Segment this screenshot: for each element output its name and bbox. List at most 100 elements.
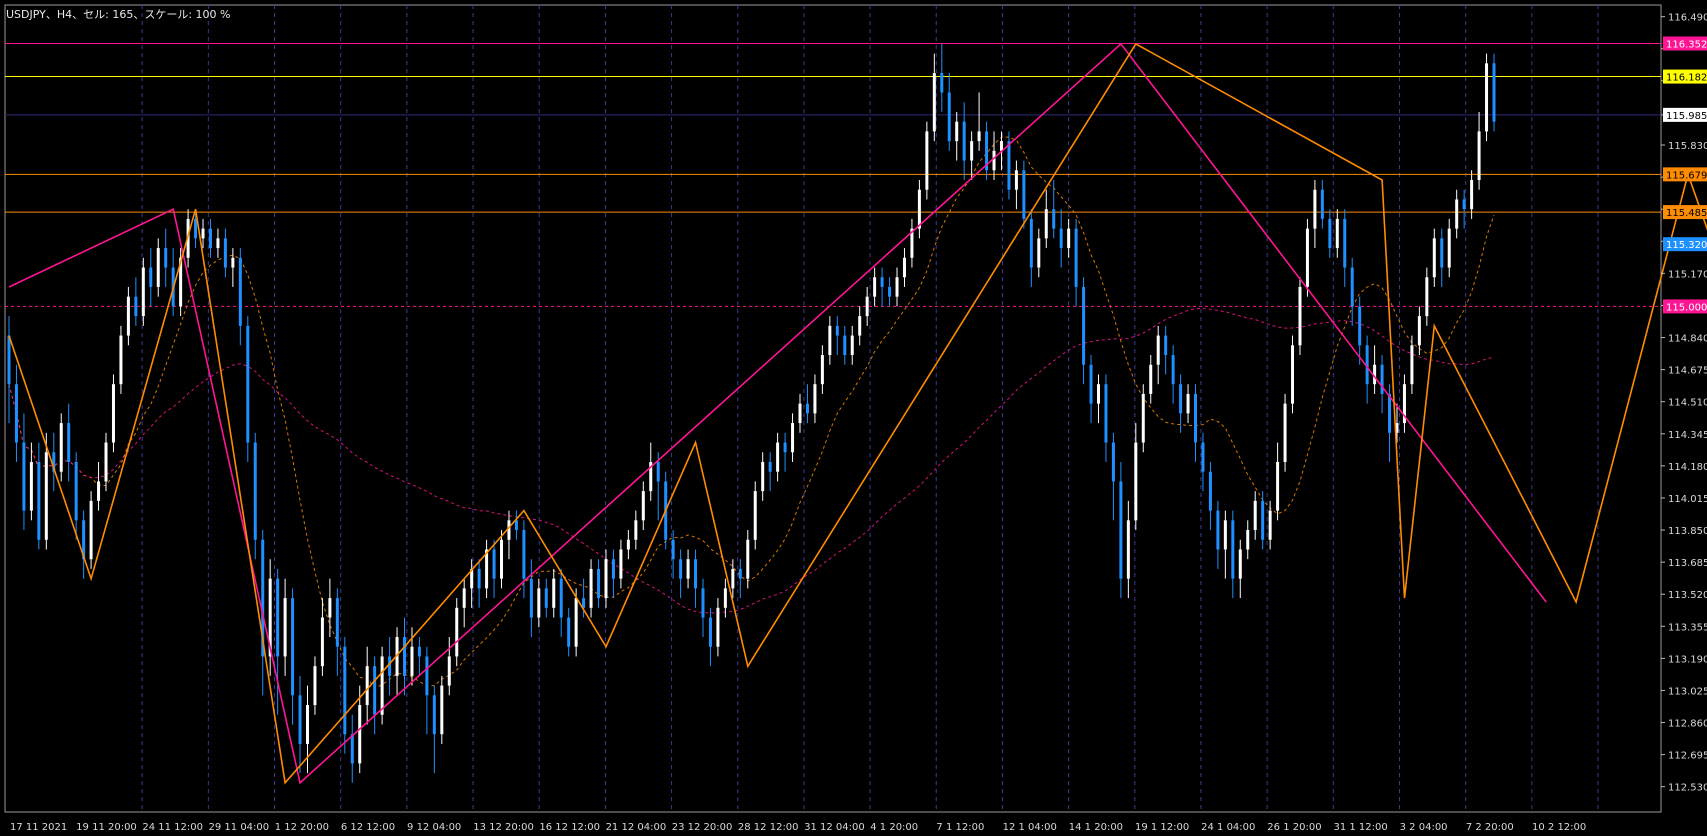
candle-body [291, 598, 295, 696]
candle-body [992, 150, 996, 171]
plot-frame [4, 4, 1662, 813]
price-level-lines [5, 43, 1661, 307]
candle-body [902, 257, 906, 278]
candle-body [1238, 549, 1242, 579]
candle [559, 568, 563, 637]
candle [641, 481, 645, 531]
candle-body [828, 325, 832, 356]
candle [1216, 500, 1220, 569]
candle-body [22, 442, 26, 511]
price-chart[interactable]: 116.490 115.830 115.170 114.840 114.675 114.5… [0, 0, 1707, 836]
candle [686, 549, 690, 589]
y-tick-label: 112.530 [1668, 783, 1707, 794]
pink-zigzag-line [8, 42, 1547, 785]
candle-body [1440, 238, 1444, 268]
candle-body [1126, 520, 1130, 579]
candle [305, 685, 309, 774]
candle-body [1059, 228, 1063, 249]
candle [29, 442, 33, 521]
candle [589, 559, 593, 618]
candle [268, 559, 272, 676]
candle-body [194, 218, 198, 239]
candle-body [917, 189, 921, 229]
candle-body [67, 423, 71, 462]
candle [1246, 520, 1250, 560]
candlesticks [7, 43, 1496, 783]
candle-body [574, 598, 578, 647]
candle-body [1477, 131, 1481, 181]
candle-body [611, 559, 615, 579]
candle-body [238, 257, 242, 326]
candle-body [1447, 228, 1451, 268]
y-tick-label: 114.840 [1668, 334, 1707, 345]
candle [925, 121, 929, 200]
candle-body [895, 277, 899, 297]
candle-body [1320, 189, 1324, 219]
candle [149, 248, 153, 307]
candle-body [955, 121, 959, 142]
y-tick-label: 116.490 [1668, 13, 1707, 24]
candle-body [1141, 393, 1145, 443]
candle [141, 257, 145, 326]
zigzag-indicators [8, 42, 1707, 785]
candle [156, 238, 160, 297]
candle-body [1455, 199, 1459, 229]
price-badge-label: 115.485 [1666, 208, 1707, 219]
candle [1208, 461, 1212, 531]
candle [1350, 257, 1354, 326]
candle-body [716, 607, 720, 647]
candle-body [320, 617, 324, 667]
candle [895, 267, 899, 307]
candle [1238, 539, 1242, 599]
candle [753, 481, 757, 550]
candle-body [1111, 442, 1115, 482]
candle [216, 228, 220, 258]
candle-body [97, 481, 101, 501]
candle [649, 442, 653, 501]
candle-body [932, 73, 936, 132]
candle [656, 452, 660, 521]
x-tick-label: 31 1 12:00 [1333, 822, 1387, 833]
y-tick-label: 113.520 [1668, 590, 1707, 601]
candle-body [708, 617, 712, 647]
candle [52, 432, 56, 492]
candle [1485, 53, 1489, 142]
candle-body [37, 461, 41, 540]
candle-body [1432, 238, 1436, 278]
candle [1037, 228, 1041, 278]
candle-body [679, 559, 683, 579]
candle [1149, 355, 1153, 404]
candle [544, 578, 548, 618]
candle-body [417, 646, 421, 657]
candle [417, 636, 421, 676]
candle [716, 598, 720, 657]
x-tick-label: 12 1 04:00 [1003, 822, 1057, 833]
candle-body [231, 257, 235, 268]
candle [492, 539, 496, 599]
candle-body [164, 248, 168, 268]
candle-body [694, 559, 698, 589]
x-tick-label: 4 1 20:00 [870, 822, 918, 833]
candle [7, 316, 11, 424]
candle [1186, 384, 1190, 424]
y-tick-label: 114.015 [1668, 494, 1707, 505]
candle [1358, 296, 1362, 365]
candle-body [559, 578, 563, 618]
candle-body [1171, 355, 1175, 385]
candle-body [1380, 364, 1384, 394]
candle-body [223, 238, 227, 268]
candle-body [962, 121, 966, 161]
candle-body [126, 296, 130, 336]
candle [507, 510, 511, 560]
candle-body [1335, 218, 1339, 249]
chart-title: USDJPY、H4、セル: 165、スケール: 100 % [6, 8, 230, 21]
candle [335, 588, 339, 676]
candle [350, 714, 354, 783]
candle [1059, 209, 1063, 268]
candle-body [1007, 141, 1011, 190]
candle-body [440, 685, 444, 735]
candle [1455, 189, 1459, 239]
candle-body [514, 520, 518, 531]
candle-body [7, 335, 11, 385]
candle [1194, 384, 1198, 462]
